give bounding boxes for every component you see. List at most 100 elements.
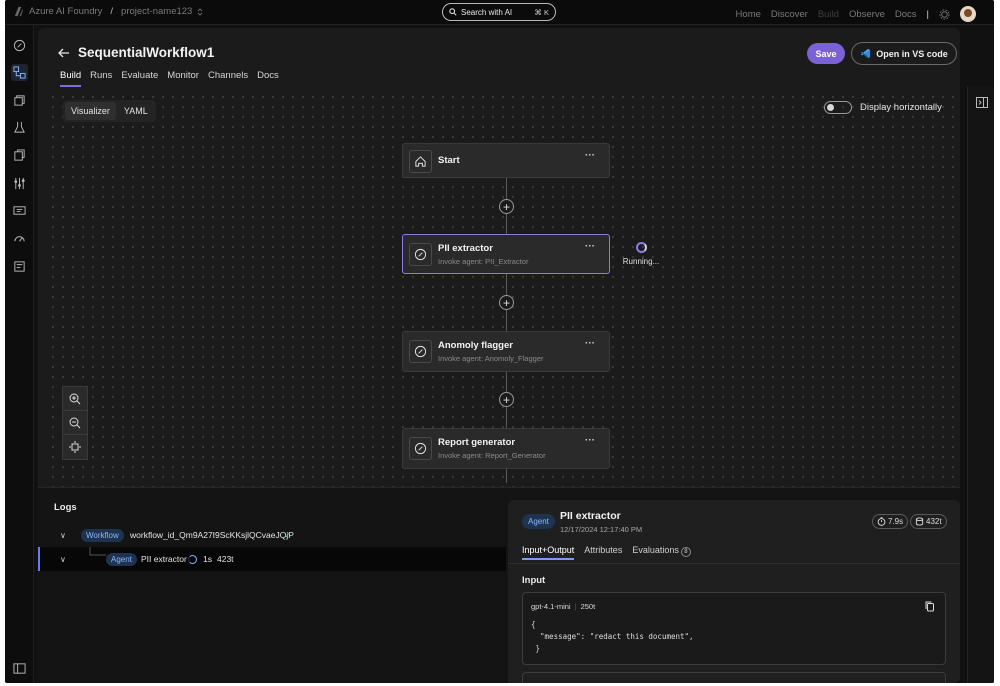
workflow-node-pii-extractor[interactable]: PII extractor Invoke agent: PII_Extracto… — [402, 234, 610, 274]
spinner-icon — [635, 242, 647, 253]
agent-name: PII extractor — [141, 554, 187, 564]
page-title: SequentialWorkflow1 — [78, 45, 215, 60]
app-window: Azure AI Foundry / project-name123 Searc… — [5, 0, 994, 683]
log-row-agent[interactable]: ∨ Agent PII extractor 1s 423t — [38, 547, 506, 571]
workflow-node-anomoly-flagger[interactable]: Anomoly flagger Invoke agent: Anomoly_Fl… — [402, 331, 610, 372]
breadcrumb: Azure AI Foundry / project-name123 — [13, 6, 203, 17]
agent-icon — [409, 340, 432, 363]
log-row-workflow[interactable]: ∨ Workflow workflow_id_Qm9A27I9ScKKsjlQC… — [38, 523, 506, 547]
back-arrow-icon[interactable] — [58, 48, 70, 58]
tab-runs[interactable]: Runs — [90, 70, 112, 87]
input-code-block: gpt-4.1-mini | 250t { "message": "redact… — [522, 592, 946, 665]
tab-visualizer[interactable]: Visualizer — [65, 102, 116, 120]
search-ai-input[interactable]: Search with AI ⌘ K — [442, 3, 556, 21]
tokens-badge: 432t — [910, 514, 947, 529]
workflows-icon[interactable] — [11, 64, 28, 81]
chevron-down-icon[interactable]: ∨ — [60, 555, 66, 564]
workflow-canvas[interactable]: Visualizer YAML Display horizontally Sta… — [48, 92, 960, 487]
workflow-badge: Workflow — [81, 528, 124, 542]
tab-evaluate[interactable]: Evaluate — [121, 70, 158, 87]
panel-toggle-icon[interactable] — [976, 97, 988, 111]
workflow-id: workflow_id_Qm9A27I9ScKKsjlQCvaeJQjP — [130, 530, 294, 540]
agent-duration: 1s — [203, 554, 212, 564]
save-button[interactable]: Save — [807, 43, 845, 64]
fit-view-icon[interactable] — [63, 435, 87, 459]
evaluation-flask-icon[interactable] — [11, 119, 28, 136]
detail-timestamp: 12/17/2024 12:17:40 PM — [560, 525, 643, 534]
nav-observe[interactable]: Observe — [849, 9, 885, 20]
add-step-button[interactable]: + — [499, 392, 514, 407]
display-horizontally-toggle[interactable] — [824, 101, 852, 114]
loading-icon — [188, 554, 197, 564]
node-title: Anomoly flagger — [438, 340, 513, 351]
tab-evaluations[interactable]: Evaluations 8 — [632, 545, 691, 560]
tokens-value: 432t — [926, 517, 942, 526]
agents-icon[interactable] — [11, 37, 28, 54]
collapse-sidebar-icon[interactable] — [11, 660, 28, 677]
nav-build[interactable]: Build — [818, 9, 839, 20]
tab-channels[interactable]: Channels — [208, 70, 248, 87]
left-nav-rail — [5, 25, 34, 683]
data-icon[interactable] — [11, 147, 28, 164]
tools-icon[interactable] — [11, 175, 28, 192]
node-more-icon[interactable]: ··· — [585, 338, 595, 349]
node-more-icon[interactable]: ··· — [585, 241, 595, 252]
running-label: Running... — [622, 257, 660, 266]
timer-icon — [877, 517, 886, 526]
copy-icon[interactable] — [925, 601, 935, 615]
running-status: Running... — [621, 242, 661, 266]
agent-badge: Agent — [106, 552, 137, 566]
open-in-vscode-label: Open in VS code — [876, 48, 948, 59]
nav-divider: | — [926, 8, 929, 20]
brand-name[interactable]: Azure AI Foundry — [29, 6, 102, 17]
evaluations-count: 8 — [680, 547, 691, 557]
input-code: { "message": "redact this document", } — [531, 620, 694, 653]
foundry-logo-icon — [14, 6, 24, 17]
chevron-down-icon[interactable]: ∨ — [60, 531, 66, 540]
zoom-controls — [62, 386, 88, 460]
zoom-out-icon[interactable] — [63, 411, 87, 435]
add-step-button[interactable]: + — [499, 199, 514, 214]
chevron-updown-icon[interactable] — [197, 7, 203, 16]
tab-yaml[interactable]: YAML — [118, 102, 154, 120]
add-step-button[interactable]: + — [499, 295, 514, 310]
node-subtitle: Invoke agent: Report_Generator — [438, 451, 546, 460]
workflow-node-report-generator[interactable]: Report generator Invoke agent: Report_Ge… — [402, 428, 610, 469]
user-avatar[interactable] — [960, 6, 976, 22]
page-header: SequentialWorkflow1 — [58, 45, 214, 60]
node-more-icon[interactable]: ··· — [585, 150, 595, 161]
open-in-vscode-button[interactable]: Open in VS code — [851, 42, 957, 65]
nav-home[interactable]: Home — [736, 9, 761, 20]
deployments-icon[interactable] — [11, 202, 28, 219]
tab-build[interactable]: Build — [60, 70, 82, 87]
zoom-in-icon[interactable] — [63, 387, 87, 411]
settings-icon[interactable] — [939, 8, 950, 20]
output-code-block — [522, 672, 946, 683]
node-subtitle: Invoke agent: PII_Extractor — [438, 257, 529, 266]
home-icon — [409, 150, 432, 173]
project-name[interactable]: project-name123 — [121, 6, 192, 17]
tab-monitor[interactable]: Monitor — [167, 70, 199, 87]
governance-icon[interactable] — [11, 258, 28, 275]
tab-docs[interactable]: Docs — [257, 70, 279, 87]
duration-value: 7.9s — [888, 517, 904, 526]
display-horizontally-label: Display horizontally — [860, 102, 942, 113]
nav-docs[interactable]: Docs — [895, 9, 917, 20]
node-title: PII extractor — [438, 243, 493, 254]
node-more-icon[interactable]: ··· — [585, 435, 595, 446]
search-label: Search with AI — [461, 7, 513, 17]
agent-badge: Agent — [522, 514, 555, 529]
logs-title: Logs — [54, 502, 77, 513]
nav-discover[interactable]: Discover — [771, 9, 808, 20]
node-title: Start — [438, 155, 460, 166]
tab-input-output[interactable]: Input+Output — [522, 545, 575, 560]
success-check-icon: ✓ — [284, 529, 292, 540]
workflow-node-start[interactable]: Start ··· — [402, 143, 610, 178]
workflow-panel: SequentialWorkflow1 Build Runs Evaluate … — [38, 28, 960, 683]
models-icon[interactable] — [11, 92, 28, 109]
right-panel-rail — [967, 86, 994, 683]
monitor-icon[interactable] — [11, 230, 28, 247]
tab-attributes[interactable]: Attributes — [584, 545, 622, 560]
agent-icon — [409, 437, 432, 460]
database-icon — [915, 517, 924, 526]
